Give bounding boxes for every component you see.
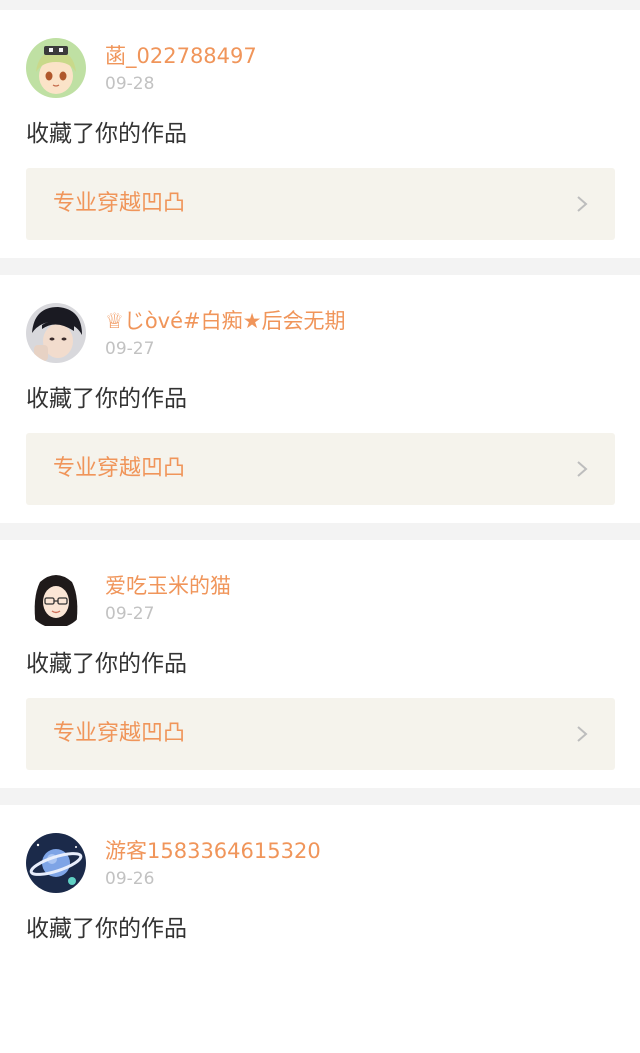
activity-text: 收藏了你的作品 (26, 651, 187, 677)
chevron-right-icon (577, 196, 588, 212)
chevron-right-icon (577, 461, 588, 477)
work-title: 专业穿越凹凸 (53, 191, 186, 216)
notification-card: ♕じòvé#白痴★后会无期 09-27 收藏了你的作品 专业穿越凹凸 (0, 275, 640, 523)
username[interactable]: 游客1583364615320 (105, 837, 321, 865)
planet-avatar-icon[interactable] (26, 833, 86, 893)
person-photo-avatar-icon[interactable] (26, 303, 86, 363)
timestamp: 09-28 (105, 74, 155, 94)
username[interactable]: 菡_022788497 (105, 42, 257, 70)
timestamp: 09-26 (105, 869, 155, 889)
work-link-button[interactable]: 专业穿越凹凸 (26, 433, 615, 505)
work-title: 专业穿越凹凸 (53, 456, 186, 481)
activity-text: 收藏了你的作品 (26, 121, 187, 147)
chevron-right-icon (577, 726, 588, 742)
activity-text: 收藏了你的作品 (26, 916, 187, 942)
username[interactable]: ♕じòvé#白痴★后会无期 (105, 307, 345, 335)
timestamp: 09-27 (105, 339, 155, 359)
notification-feed: 菡_022788497 09-28 收藏了你的作品 专业穿越凹凸 ♕じòvé#白… (0, 0, 640, 1053)
work-link-button[interactable]: 专业穿越凹凸 (26, 168, 615, 240)
anime-girl-avatar-icon[interactable] (26, 38, 86, 98)
work-link-button[interactable]: 专业穿越凹凸 (26, 698, 615, 770)
notification-card: 爱吃玉米的猫 09-27 收藏了你的作品 专业穿越凹凸 (0, 540, 640, 788)
notification-card: 菡_022788497 09-28 收藏了你的作品 专业穿越凹凸 (0, 10, 640, 258)
work-title: 专业穿越凹凸 (53, 721, 186, 746)
notification-card: 游客1583364615320 09-26 收藏了你的作品 (0, 805, 640, 1053)
cartoon-woman-glasses-avatar-icon[interactable] (26, 568, 86, 628)
activity-text: 收藏了你的作品 (26, 386, 187, 412)
timestamp: 09-27 (105, 604, 155, 624)
username[interactable]: 爱吃玉米的猫 (105, 572, 231, 600)
